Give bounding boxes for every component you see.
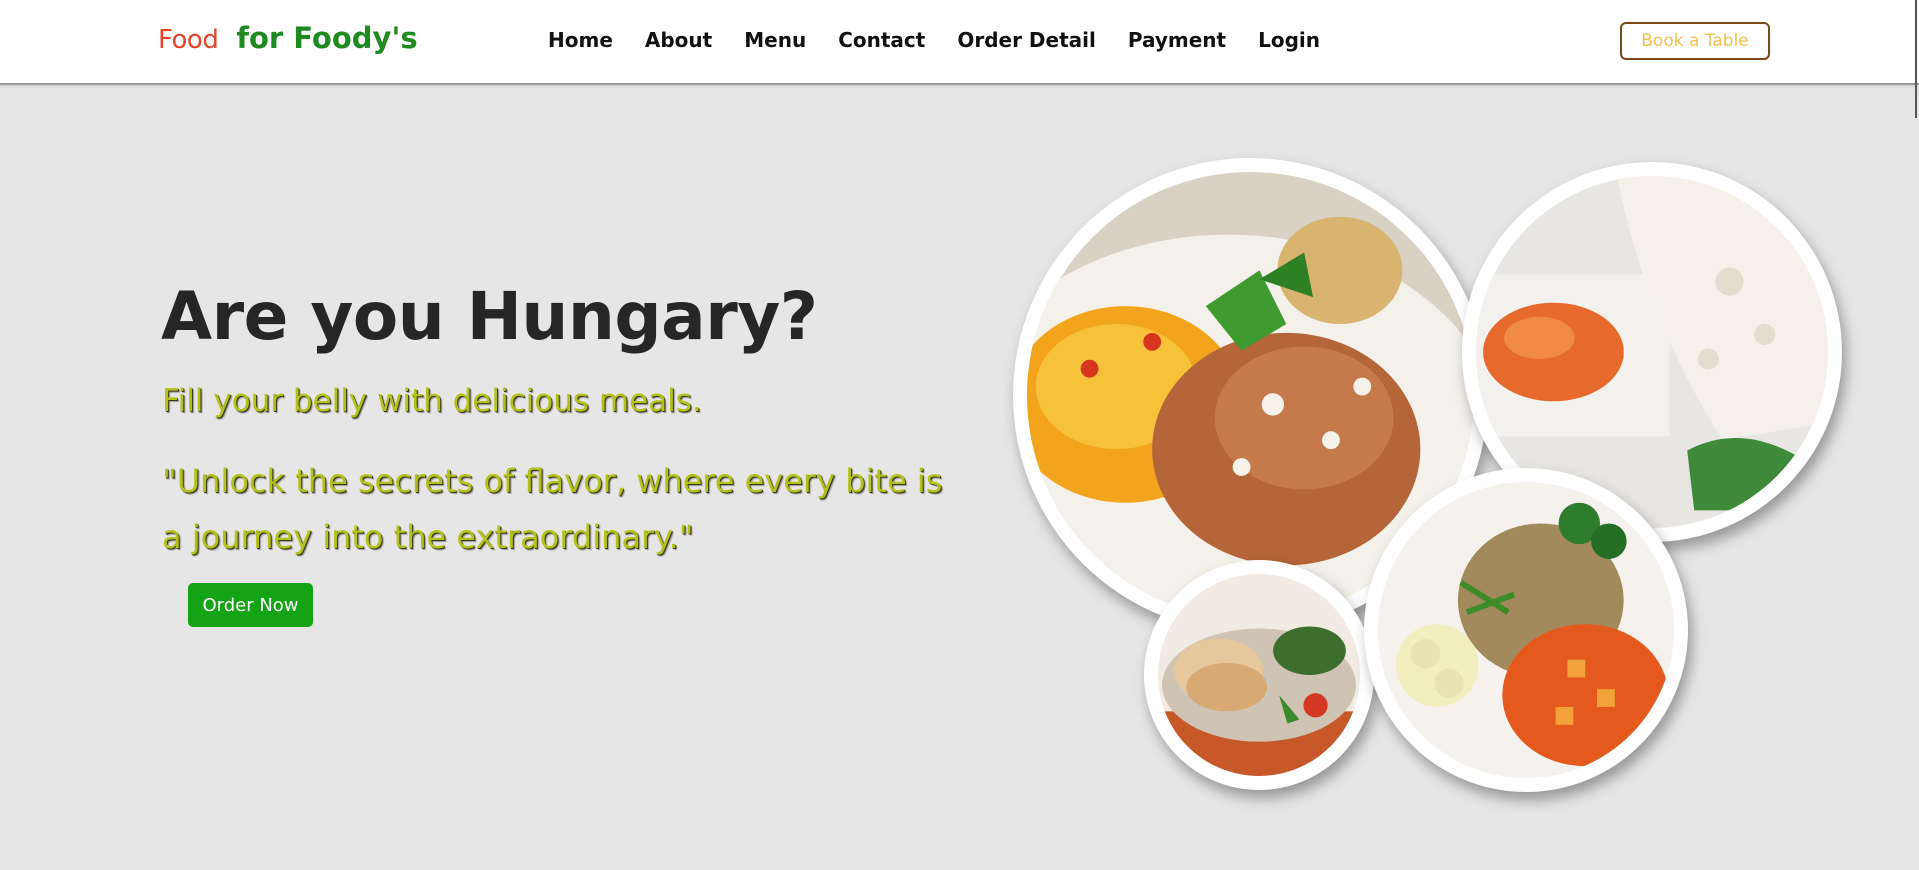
naan-platter-image bbox=[1144, 560, 1374, 790]
nav-home[interactable]: Home bbox=[548, 28, 613, 52]
brand-name: for Foody's bbox=[236, 21, 418, 55]
book-table-button[interactable]: Book a Table bbox=[1620, 22, 1770, 60]
hero-quote: "Unlock the secrets of flavor, where eve… bbox=[162, 462, 943, 556]
scrollbar-thumb[interactable] bbox=[1915, 0, 1917, 118]
nav-order-detail[interactable]: Order Detail bbox=[957, 28, 1096, 52]
nav-payment[interactable]: Payment bbox=[1128, 28, 1226, 52]
logo[interactable]: Food for Foody's bbox=[158, 14, 418, 58]
nav-contact[interactable]: Contact bbox=[838, 28, 925, 52]
hero-title: Are you Hungary? bbox=[161, 278, 818, 355]
logo-mark: Food bbox=[158, 25, 219, 55]
nav-about[interactable]: About bbox=[645, 28, 712, 52]
order-now-button[interactable]: Order Now bbox=[188, 583, 313, 627]
page-scrollbar[interactable] bbox=[1913, 0, 1919, 118]
site-header: Food for Foody's Home About Menu Contact… bbox=[0, 0, 1919, 85]
hero-subtitle: Fill your belly with delicious meals. bbox=[162, 383, 702, 419]
main-nav: Home About Menu Contact Order Detail Pay… bbox=[548, 28, 1352, 52]
veg-rice-bowl-image bbox=[1364, 468, 1688, 792]
nav-login[interactable]: Login bbox=[1258, 28, 1320, 52]
nav-menu[interactable]: Menu bbox=[744, 28, 806, 52]
